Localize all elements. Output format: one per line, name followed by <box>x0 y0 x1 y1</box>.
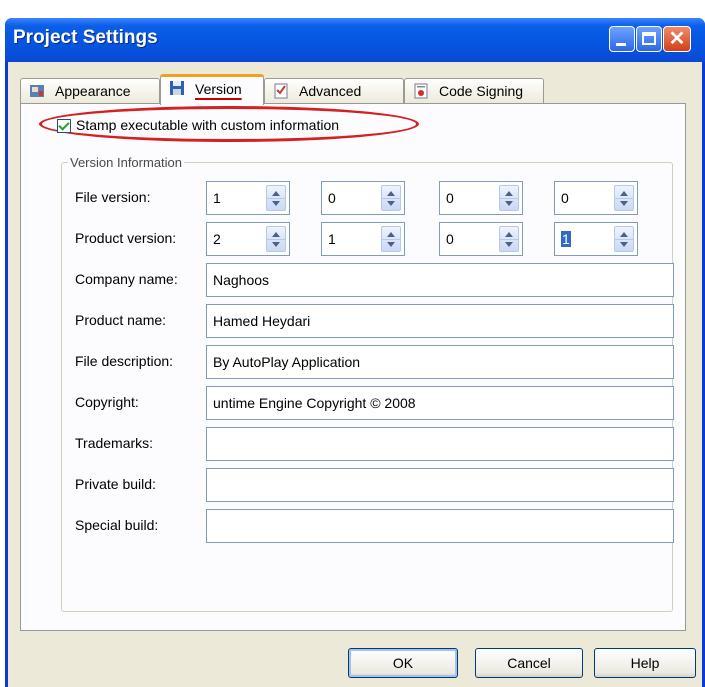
version-icon <box>170 81 184 95</box>
tab-label: Advanced <box>299 83 362 99</box>
file-version-revision[interactable]: 0 <box>554 181 638 215</box>
private-build-field[interactable] <box>206 468 674 502</box>
file-version-build[interactable]: 0 <box>439 181 523 215</box>
product-version-label: Product version: <box>75 230 177 246</box>
spinner-arrows[interactable] <box>614 185 634 211</box>
file-version-minor[interactable]: 0 <box>321 181 405 215</box>
close-icon: ✕ <box>668 28 686 50</box>
spin-value: 2 <box>213 231 221 247</box>
minimize-icon <box>616 43 626 46</box>
stamp-label: Stamp executable with custom information <box>76 117 340 133</box>
title-bar[interactable]: Project Settings ✕ <box>5 18 705 62</box>
tab-version[interactable]: Version <box>160 74 264 105</box>
tab-label: Version <box>195 81 242 97</box>
field-value: untime Engine Copyright © 2008 <box>213 395 416 411</box>
tab-label: Code Signing <box>439 83 524 99</box>
tab-code-signing[interactable]: Code Signing <box>404 78 544 104</box>
stamp-checkbox[interactable] <box>57 119 71 133</box>
private-build-label: Private build: <box>75 476 156 492</box>
spinner-arrows[interactable] <box>614 226 634 252</box>
file-description-field[interactable]: By AutoPlay Application <box>206 345 674 379</box>
arrow-up-icon[interactable] <box>620 232 628 237</box>
appearance-icon <box>30 85 44 97</box>
project-settings-window: Project Settings ✕ Appearance Version Ad… <box>5 18 705 687</box>
help-button[interactable]: Help <box>594 648 696 678</box>
arrow-up-icon[interactable] <box>620 191 628 196</box>
trademarks-field[interactable] <box>206 427 674 461</box>
certificate-icon <box>414 83 428 99</box>
field-value: Naghoos <box>213 272 270 288</box>
spinner-arrows[interactable] <box>499 185 519 211</box>
spin-value: 0 <box>446 231 454 247</box>
product-version-major[interactable]: 2 <box>206 222 290 256</box>
checklist-icon <box>274 83 288 99</box>
spinner-arrows[interactable] <box>499 226 519 252</box>
spin-value: 1 <box>213 190 221 206</box>
company-name-field[interactable]: Naghoos <box>206 263 674 297</box>
spinner-arrows[interactable] <box>381 226 401 252</box>
product-version-build[interactable]: 0 <box>439 222 523 256</box>
dialog-client-area: Appearance Version Advanced Code Signing… <box>8 62 702 687</box>
version-tab-panel: Stamp executable with custom information… <box>20 103 686 631</box>
tab-advanced[interactable]: Advanced <box>264 78 404 104</box>
spin-value: 0 <box>561 190 569 206</box>
tab-appearance[interactable]: Appearance <box>20 78 160 104</box>
arrow-up-icon[interactable] <box>387 191 395 196</box>
maximize-button[interactable] <box>636 26 662 52</box>
special-build-label: Special build: <box>75 517 159 533</box>
arrow-down-icon[interactable] <box>272 201 280 206</box>
arrow-down-icon[interactable] <box>620 242 628 247</box>
product-name-field[interactable]: Hamed Heydari <box>206 304 674 338</box>
copyright-field[interactable]: untime Engine Copyright © 2008 <box>206 386 674 420</box>
field-value: Hamed Heydari <box>213 313 311 329</box>
company-name-label: Company name: <box>75 271 178 287</box>
group-legend: Version Information <box>70 155 183 170</box>
spin-value: 0 <box>328 190 336 206</box>
arrow-down-icon[interactable] <box>387 201 395 206</box>
spin-value: 1 <box>328 231 336 247</box>
file-description-label: File description: <box>75 353 174 369</box>
minimize-button[interactable] <box>609 26 635 52</box>
arrow-up-icon[interactable] <box>505 232 513 237</box>
arrow-up-icon[interactable] <box>505 191 513 196</box>
spinner-arrows[interactable] <box>266 226 286 252</box>
arrow-down-icon[interactable] <box>620 201 628 206</box>
cancel-button[interactable]: Cancel <box>475 648 583 678</box>
arrow-up-icon[interactable] <box>387 232 395 237</box>
spinner-arrows[interactable] <box>381 185 401 211</box>
arrow-down-icon[interactable] <box>387 242 395 247</box>
trademarks-label: Trademarks: <box>75 435 154 451</box>
special-build-field[interactable] <box>206 509 674 543</box>
product-name-label: Product name: <box>75 312 167 328</box>
product-version-revision[interactable]: 1 <box>554 222 638 256</box>
maximize-icon <box>642 32 656 45</box>
field-value: By AutoPlay Application <box>213 354 361 370</box>
file-version-label: File version: <box>75 189 151 205</box>
spinner-arrows[interactable] <box>266 185 286 211</box>
spin-value: 0 <box>446 190 454 206</box>
product-version-minor[interactable]: 1 <box>321 222 405 256</box>
ok-button[interactable]: OK <box>348 648 458 678</box>
window-title: Project Settings <box>13 27 158 48</box>
arrow-down-icon[interactable] <box>272 242 280 247</box>
close-button[interactable]: ✕ <box>663 26 691 52</box>
arrow-up-icon[interactable] <box>272 191 280 196</box>
arrow-down-icon[interactable] <box>505 201 513 206</box>
arrow-down-icon[interactable] <box>505 242 513 247</box>
spin-value-selected: 1 <box>561 231 571 247</box>
tab-label: Appearance <box>55 83 131 99</box>
file-version-major[interactable]: 1 <box>206 181 290 215</box>
arrow-up-icon[interactable] <box>272 232 280 237</box>
copyright-label: Copyright: <box>75 394 139 410</box>
